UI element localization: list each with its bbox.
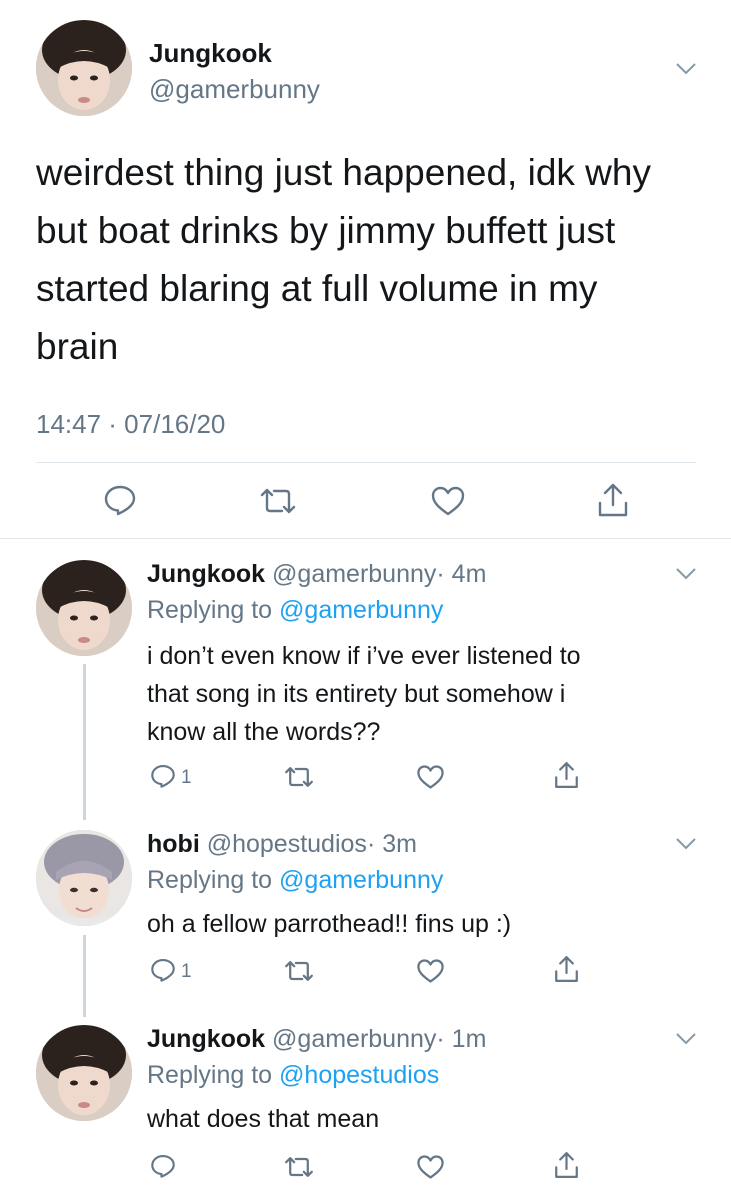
reply-age[interactable]: · 4m <box>436 560 486 588</box>
replying-to-prefix: Replying to <box>147 1061 280 1089</box>
retweet-icon[interactable] <box>258 486 298 516</box>
tweet-text-line: but boat drinks by jimmy buffett just <box>36 210 616 251</box>
author-handle[interactable]: @gamerbunny <box>149 74 320 105</box>
chevron-down-icon[interactable] <box>675 837 697 851</box>
replying-to: Replying to @gamerbunny <box>147 596 443 625</box>
author-name[interactable]: Jungkook <box>147 1025 265 1053</box>
avatar[interactable] <box>36 830 132 926</box>
replying-to-prefix: Replying to <box>147 596 280 624</box>
reply-icon[interactable] <box>150 763 176 789</box>
reply-count: 1 <box>181 767 192 788</box>
divider <box>0 538 731 539</box>
tweet-text: weirdest thing just happened, idk why bu… <box>36 144 716 376</box>
like-icon[interactable] <box>416 1154 445 1180</box>
retweet-icon[interactable] <box>283 959 315 983</box>
tweet-text-line: brain <box>36 326 119 367</box>
like-icon[interactable] <box>416 958 445 984</box>
share-icon[interactable] <box>553 1150 580 1180</box>
author-name[interactable]: Jungkook <box>147 560 265 588</box>
reply-header: hobi @hopestudios· 3m <box>147 830 417 859</box>
author-handle[interactable]: @gamerbunny <box>272 1025 436 1053</box>
mention-link[interactable]: @hopestudios <box>279 1061 439 1089</box>
replying-to-prefix: Replying to <box>147 866 280 894</box>
avatar[interactable] <box>36 20 132 116</box>
reply-text-line: oh a fellow parrothead!! fins up :) <box>147 910 512 938</box>
author-name[interactable]: Jungkook <box>149 38 272 69</box>
divider <box>36 462 696 463</box>
reply-age[interactable]: · 1m <box>436 1025 486 1053</box>
chevron-down-icon[interactable] <box>675 62 697 76</box>
reply-count: 1 <box>181 961 192 982</box>
reply-icon[interactable] <box>150 957 176 983</box>
reply-header: Jungkook @gamerbunny· 4m <box>147 560 486 589</box>
reply-text-line: know all the words?? <box>147 718 381 746</box>
reply-text-line: what does that mean <box>147 1105 380 1133</box>
share-icon[interactable] <box>553 760 580 790</box>
thread-line <box>83 935 86 1017</box>
reply-icon[interactable] <box>150 1153 176 1179</box>
reply-text-line: i don’t even know if i’ve ever listened … <box>147 642 581 670</box>
reply-text: oh a fellow parrothead!! fins up :) <box>147 905 707 943</box>
avatar[interactable] <box>36 1025 132 1121</box>
author-handle[interactable]: @hopestudios <box>207 830 367 858</box>
like-icon[interactable] <box>416 764 445 790</box>
reply-text-line: that song in its entirety but somehow i <box>147 680 566 708</box>
retweet-icon[interactable] <box>283 765 315 789</box>
reply-text: i don’t even know if i’ve ever listened … <box>147 637 707 751</box>
mention-link[interactable]: @gamerbunny <box>279 596 443 624</box>
reply-text: what does that mean <box>147 1100 707 1138</box>
thread-line <box>83 664 86 820</box>
tweet-text-line: started blaring at full volume in my <box>36 268 598 309</box>
tweet-timestamp[interactable]: 14:47 · 07/16/20 <box>36 409 225 440</box>
author-name[interactable]: hobi <box>147 830 200 858</box>
share-icon[interactable] <box>596 481 630 519</box>
author-handle[interactable]: @gamerbunny <box>272 560 436 588</box>
chevron-down-icon[interactable] <box>675 1032 697 1046</box>
replying-to: Replying to @gamerbunny <box>147 866 443 895</box>
reply-age[interactable]: · 3m <box>367 830 417 858</box>
retweet-icon[interactable] <box>283 1155 315 1179</box>
like-icon[interactable] <box>430 485 466 517</box>
chevron-down-icon[interactable] <box>675 567 697 581</box>
replying-to: Replying to @hopestudios <box>147 1061 439 1090</box>
share-icon[interactable] <box>553 954 580 984</box>
reply-icon[interactable] <box>103 484 137 516</box>
avatar[interactable] <box>36 560 132 656</box>
tweet-text-line: weirdest thing just happened, idk why <box>36 152 651 193</box>
reply-header: Jungkook @gamerbunny· 1m <box>147 1025 486 1054</box>
mention-link[interactable]: @gamerbunny <box>279 866 443 894</box>
